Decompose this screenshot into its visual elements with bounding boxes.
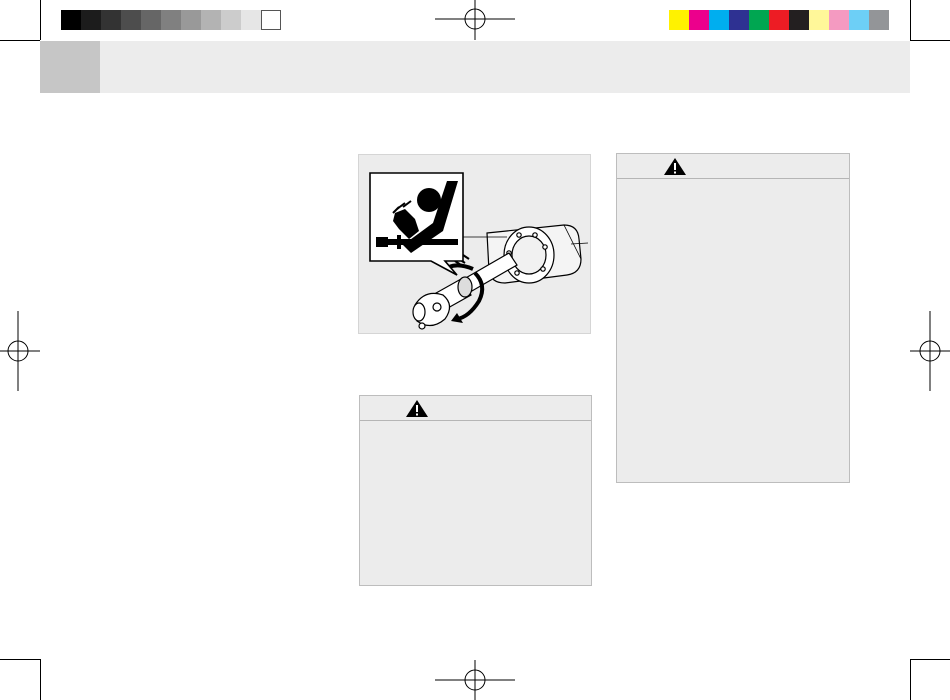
warning-triangle-icon	[406, 400, 428, 417]
color-swatch	[749, 10, 769, 30]
hand-entanglement-warning-icon	[369, 172, 464, 276]
gray-swatch	[261, 10, 281, 30]
gray-swatch	[101, 10, 121, 30]
color-swatch	[809, 10, 829, 30]
color-swatch	[829, 10, 849, 30]
color-swatch	[709, 10, 729, 30]
color-swatch	[789, 10, 809, 30]
color-swatch	[769, 10, 789, 30]
gray-swatch	[81, 10, 101, 30]
output-flange	[503, 226, 555, 284]
chapter-tab	[40, 41, 100, 93]
warning-header	[360, 396, 591, 421]
registration-mark-bottom	[435, 660, 515, 700]
warning-box	[616, 153, 850, 483]
gray-swatch	[201, 10, 221, 30]
gray-swatch	[181, 10, 201, 30]
color-swatch	[869, 10, 889, 30]
registration-mark-top	[435, 0, 515, 40]
color-swatch	[669, 10, 689, 30]
registration-mark-right	[910, 311, 950, 391]
gray-swatch	[161, 10, 181, 30]
color-swatch	[849, 10, 869, 30]
registration-mark-left	[0, 311, 40, 391]
gray-swatch	[241, 10, 261, 30]
gray-swatch	[221, 10, 241, 30]
color-swatch	[689, 10, 709, 30]
gray-swatch	[61, 10, 81, 30]
warning-box	[359, 395, 592, 586]
gray-swatch	[141, 10, 161, 30]
color-swatch	[729, 10, 749, 30]
warning-header	[617, 154, 849, 179]
driveshaft-figure	[358, 154, 591, 334]
driveshaft-illustration	[369, 172, 589, 330]
page-header-band	[40, 41, 910, 93]
warning-triangle-icon	[664, 158, 686, 175]
gray-swatch	[121, 10, 141, 30]
